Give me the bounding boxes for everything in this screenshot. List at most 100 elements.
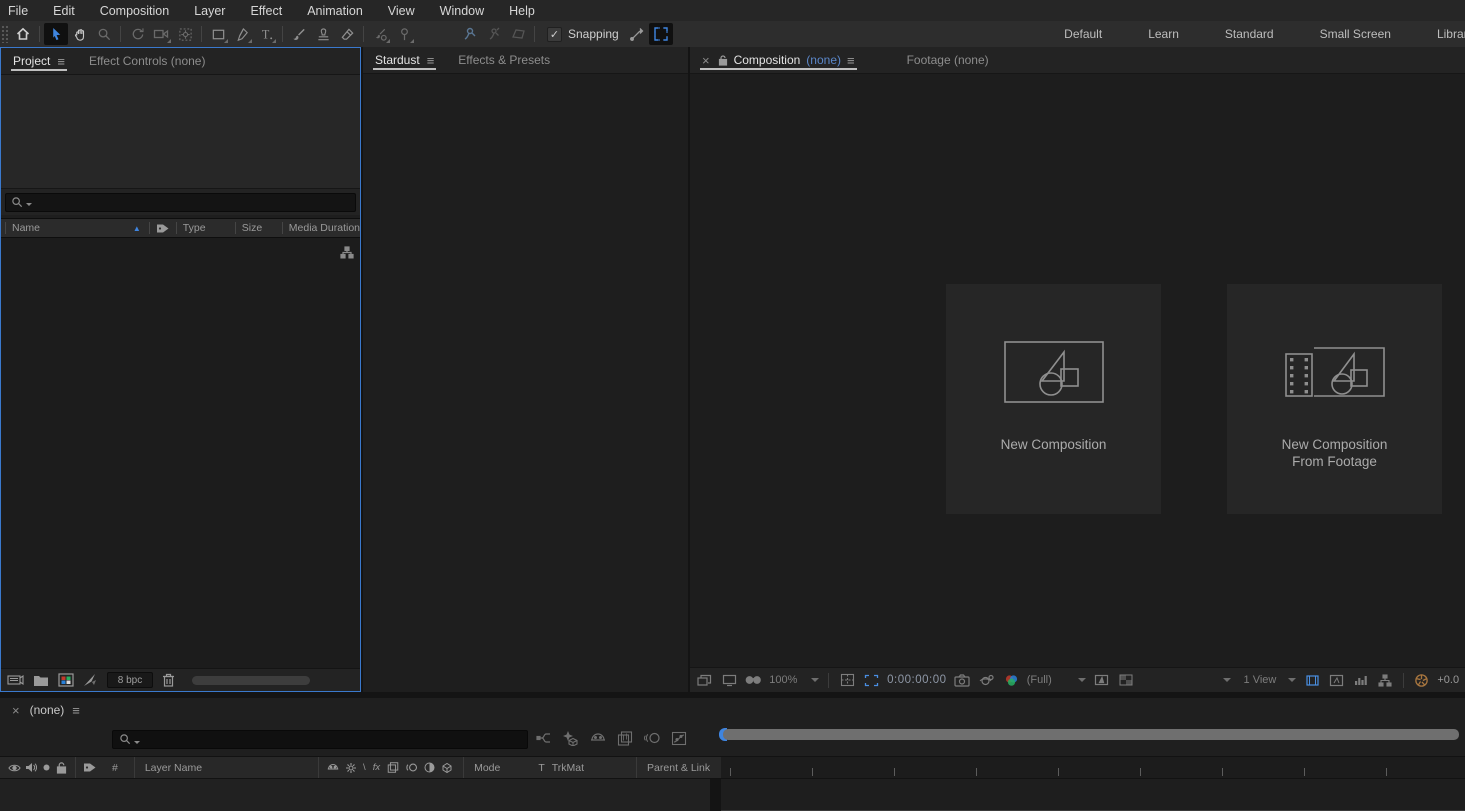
- quality-switch-icon[interactable]: \: [363, 762, 366, 773]
- project-search-input[interactable]: [5, 193, 356, 212]
- layer-list-area[interactable]: [0, 779, 710, 811]
- current-time-display[interactable]: 0:00:00:00: [887, 674, 946, 686]
- always-preview-icon[interactable]: [696, 671, 713, 689]
- snapping-checkbox[interactable]: ✓: [547, 27, 562, 42]
- interpret-footage-icon[interactable]: [7, 673, 24, 687]
- sort-ascending-icon[interactable]: ▲: [133, 224, 141, 233]
- panel-menu-icon[interactable]: ≡: [57, 54, 65, 69]
- tab-stardust[interactable]: Stardust ≡: [363, 47, 446, 73]
- panel-menu-icon[interactable]: ≡: [847, 53, 855, 68]
- zoom-tool-icon[interactable]: [92, 23, 116, 45]
- delete-trash-icon[interactable]: [162, 673, 175, 687]
- shy-switch-icon[interactable]: [327, 762, 339, 773]
- selection-tool-icon[interactable]: [44, 23, 68, 45]
- primary-viewer-icon[interactable]: [720, 671, 737, 689]
- tab-footage[interactable]: Footage (none): [895, 47, 1001, 73]
- composition-mini-flowchart-icon[interactable]: [534, 728, 554, 748]
- menu-view[interactable]: View: [388, 4, 415, 18]
- exposure-histogram-icon[interactable]: [1352, 671, 1369, 689]
- solo-icon[interactable]: [42, 763, 51, 772]
- frame-blending-icon[interactable]: [615, 728, 635, 748]
- close-icon[interactable]: ×: [702, 53, 710, 68]
- hand-tool-icon[interactable]: [68, 23, 92, 45]
- panel-menu-icon[interactable]: ≡: [427, 53, 435, 68]
- reset-exposure-icon[interactable]: [1413, 671, 1430, 689]
- graph-editor-icon[interactable]: [669, 728, 689, 748]
- pan-behind-tool-icon[interactable]: [173, 23, 197, 45]
- search-options-icon[interactable]: [134, 741, 140, 744]
- new-composition-from-footage-card[interactable]: New Composition From Footage: [1227, 284, 1442, 514]
- rectangle-tool-icon[interactable]: [206, 23, 230, 45]
- clone-stamp-tool-icon[interactable]: [311, 23, 335, 45]
- fast-previews-icon[interactable]: [1093, 671, 1110, 689]
- lock-icon[interactable]: [56, 762, 67, 774]
- toggle-mask-visibility-icon[interactable]: [1303, 671, 1320, 689]
- project-flowchart-icon[interactable]: [340, 246, 354, 259]
- frame-blend-switch-icon[interactable]: [387, 762, 399, 773]
- roto-brush-tool-icon[interactable]: [368, 23, 392, 45]
- type-tool-icon[interactable]: T: [254, 23, 278, 45]
- workspace-default[interactable]: Default: [1064, 27, 1102, 41]
- rotate-tool-icon[interactable]: [125, 23, 149, 45]
- camera-tool-icon[interactable]: [149, 23, 173, 45]
- grid-guides-icon[interactable]: [838, 671, 855, 689]
- menu-animation[interactable]: Animation: [307, 4, 363, 18]
- column-number[interactable]: #: [112, 762, 118, 774]
- exposure-value[interactable]: +0.0: [1437, 674, 1459, 686]
- bit-depth-button[interactable]: 8 bpc: [107, 672, 153, 688]
- project-horizontal-scrollbar[interactable]: [192, 676, 310, 685]
- column-size[interactable]: Size: [242, 222, 282, 234]
- timeline-splitter[interactable]: [710, 779, 721, 811]
- brush-tool-icon[interactable]: [287, 23, 311, 45]
- snapping-control[interactable]: ✓ Snapping: [547, 27, 619, 42]
- menu-window[interactable]: Window: [440, 4, 484, 18]
- lock-icon[interactable]: [718, 55, 728, 66]
- tab-effects-presets[interactable]: Effects & Presets: [446, 47, 562, 73]
- fx-switch-icon[interactable]: fx: [373, 762, 380, 773]
- project-settings-icon[interactable]: [83, 673, 98, 687]
- search-options-icon[interactable]: [26, 203, 32, 206]
- transparency-grid-icon[interactable]: [1117, 671, 1134, 689]
- column-layer-name[interactable]: Layer Name: [145, 762, 202, 774]
- pen-tool-icon[interactable]: [230, 23, 254, 45]
- column-name[interactable]: Name: [12, 222, 40, 234]
- workspace-standard[interactable]: Standard: [1225, 27, 1274, 41]
- menu-file[interactable]: File: [8, 4, 28, 18]
- label-tag-icon[interactable]: [83, 762, 97, 773]
- workspace-learn[interactable]: Learn: [1148, 27, 1179, 41]
- zoom-level-dropdown[interactable]: 100%: [769, 674, 819, 686]
- snapshot-camera-icon[interactable]: [954, 671, 971, 689]
- magnification-glasses-icon[interactable]: [745, 671, 762, 689]
- renderer-dropdown[interactable]: [1142, 678, 1231, 682]
- adjustment-layer-switch-icon[interactable]: [424, 762, 435, 773]
- new-composition-card[interactable]: New Composition: [946, 284, 1161, 514]
- capture-region-icon[interactable]: [649, 23, 673, 45]
- draft-3d-icon[interactable]: [561, 728, 581, 748]
- resolution-dropdown[interactable]: (Full): [1027, 674, 1086, 686]
- show-snapshot-icon[interactable]: [978, 671, 995, 689]
- timeline-search-input[interactable]: [112, 730, 528, 749]
- collapse-transformations-icon[interactable]: [345, 762, 357, 774]
- toolbar-grip[interactable]: [1, 25, 8, 43]
- snap-along-edges-icon[interactable]: [625, 23, 649, 45]
- view-layout-dropdown[interactable]: 1 View: [1244, 674, 1297, 686]
- menu-effect[interactable]: Effect: [250, 4, 282, 18]
- channels-icon[interactable]: [1002, 671, 1019, 689]
- close-icon[interactable]: ×: [12, 703, 20, 718]
- motion-blur-icon[interactable]: [642, 728, 662, 748]
- column-t[interactable]: T: [538, 762, 544, 774]
- home-icon[interactable]: [11, 23, 35, 45]
- menu-edit[interactable]: Edit: [53, 4, 75, 18]
- time-ruler[interactable]: [721, 757, 1465, 778]
- workspace-small-screen[interactable]: Small Screen: [1320, 27, 1391, 41]
- puppet-bend-pin-icon[interactable]: [482, 23, 506, 45]
- flowchart-icon[interactable]: [1377, 671, 1394, 689]
- tab-effect-controls[interactable]: Effect Controls (none): [77, 48, 218, 74]
- workspace-libraries[interactable]: Libraries: [1437, 27, 1465, 41]
- new-folder-icon[interactable]: [33, 674, 49, 687]
- timeline-tab-label[interactable]: (none): [30, 703, 65, 717]
- video-eye-icon[interactable]: [8, 763, 21, 773]
- puppet-pin-tool-icon[interactable]: [392, 23, 416, 45]
- new-composition-icon[interactable]: [58, 673, 74, 687]
- eraser-tool-icon[interactable]: [335, 23, 359, 45]
